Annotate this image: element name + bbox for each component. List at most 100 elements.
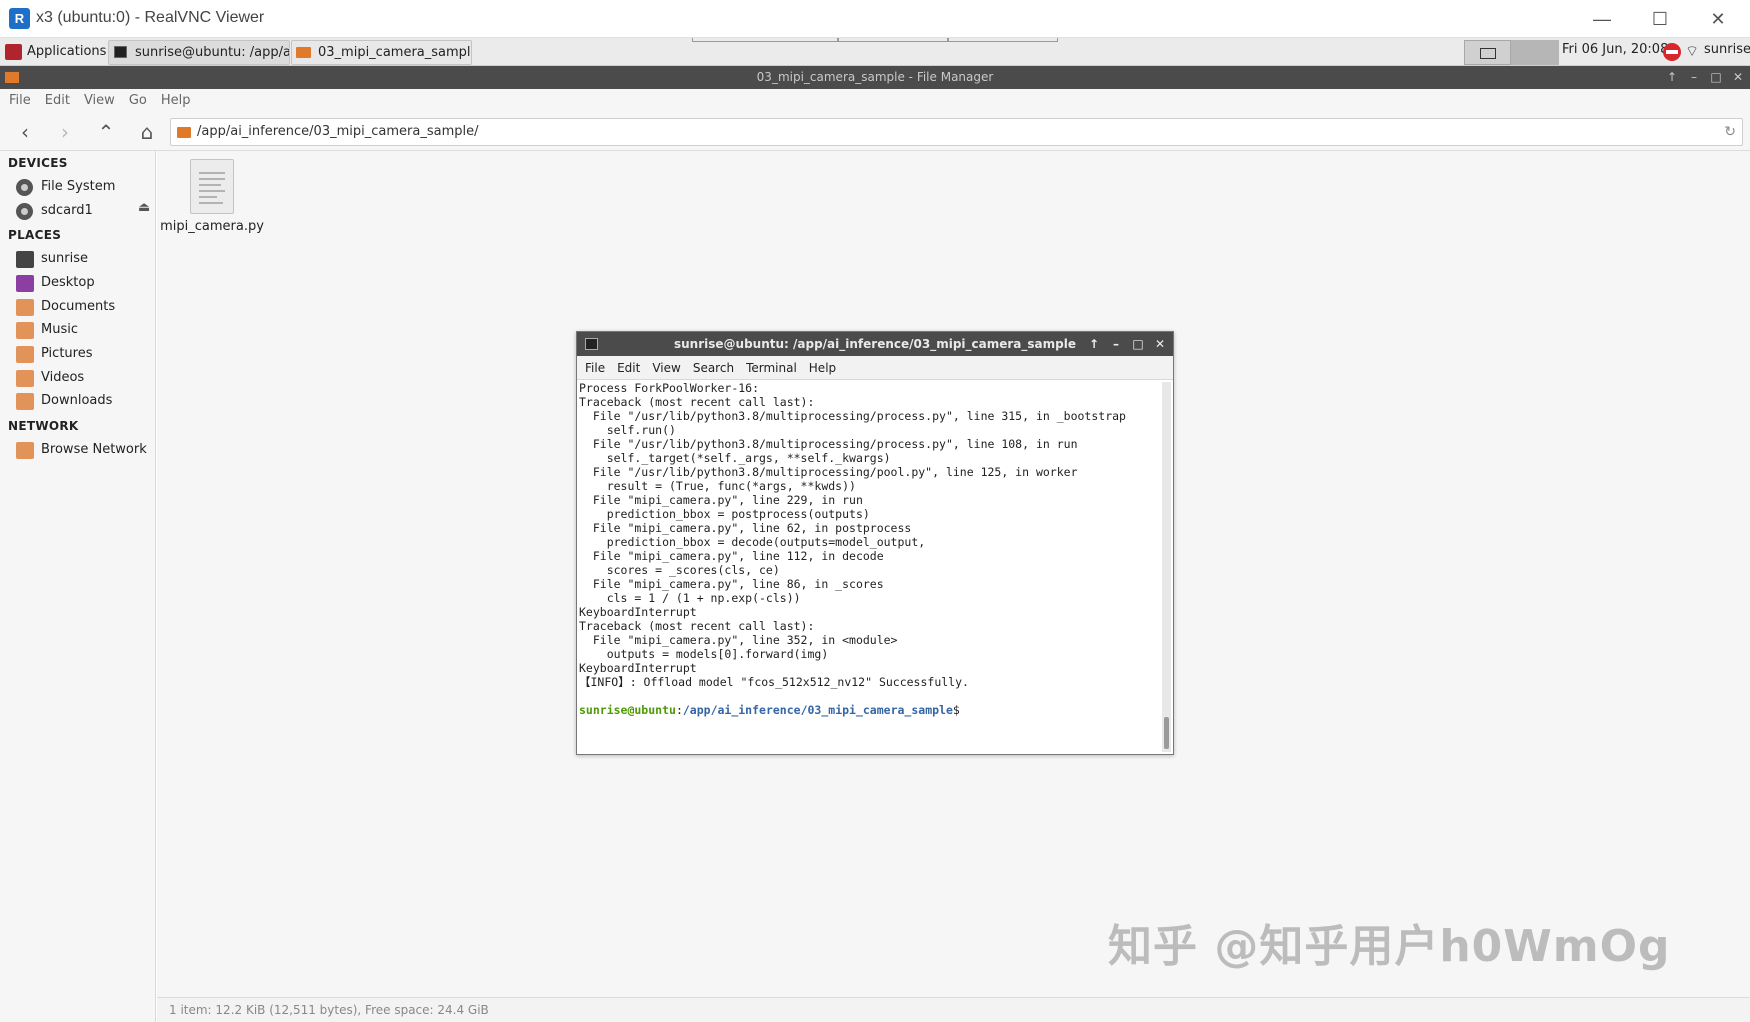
file-manager-title: 03_mipi_camera_sample - File Manager bbox=[756, 70, 994, 84]
workspace-2[interactable] bbox=[1511, 40, 1559, 65]
terminal-line: prediction_bbox = postprocess(outputs) bbox=[579, 507, 870, 521]
terminal-menu-help[interactable]: Help bbox=[803, 356, 842, 380]
file-item[interactable]: mipi_camera.py bbox=[157, 151, 267, 241]
terminal-menu-edit[interactable]: Edit bbox=[611, 356, 646, 380]
prompt-user: sunrise@ubuntu bbox=[579, 703, 676, 717]
terminal-line: 【INFO】: Offload model "fcos_512x512_nv12… bbox=[579, 675, 969, 689]
terminal-menubar: File Edit View Search Terminal Help bbox=[577, 356, 1173, 380]
panel-clock[interactable]: Fri 06 Jun, 20:08 bbox=[1562, 42, 1668, 57]
forward-button[interactable]: › bbox=[51, 119, 79, 145]
sidebar-header-places: PLACES bbox=[8, 228, 62, 242]
minimize-button[interactable]: — bbox=[1574, 4, 1630, 34]
menu-edit[interactable]: Edit bbox=[38, 89, 77, 113]
up-button[interactable]: ⌃ bbox=[92, 119, 120, 145]
maximize-icon[interactable]: □ bbox=[1705, 66, 1727, 89]
terminal-menu-file[interactable]: File bbox=[577, 356, 611, 380]
minimize-icon[interactable]: – bbox=[1105, 332, 1127, 356]
terminal-menu-search[interactable]: Search bbox=[687, 356, 740, 380]
terminal-line: KeyboardInterrupt bbox=[579, 661, 697, 675]
pictures-folder-icon bbox=[16, 346, 34, 363]
wifi-icon[interactable]: ⌔ bbox=[1685, 42, 1699, 61]
eject-icon[interactable]: ⏏ bbox=[138, 200, 150, 215]
watermark: 知乎 @知乎用户h0WmOg bbox=[1108, 921, 1671, 972]
terminal-line: scores = _scores(cls, ce) bbox=[579, 563, 780, 577]
sidebar-item-downloads[interactable]: Downloads bbox=[16, 390, 112, 412]
terminal-line: prediction_bbox = decode(outputs=model_o… bbox=[579, 535, 926, 549]
location-bar[interactable]: /app/ai_inference/03_mipi_camera_sample/… bbox=[170, 118, 1743, 146]
terminal-line: outputs = models[0].forward(img) bbox=[579, 647, 829, 661]
file-name: mipi_camera.py bbox=[160, 219, 264, 234]
sidebar-item-pictures[interactable]: Pictures bbox=[16, 343, 92, 365]
panel-user[interactable]: sunrise bbox=[1704, 42, 1750, 57]
minimize-icon[interactable]: – bbox=[1683, 66, 1705, 89]
sidebar-item-browse-network[interactable]: Browse Network bbox=[16, 439, 147, 461]
terminal-line: File "mipi_camera.py", line 229, in run bbox=[579, 493, 863, 507]
taskbar-item-terminal[interactable]: sunrise@ubuntu: /app/a... bbox=[108, 40, 290, 65]
close-button[interactable]: ✕ bbox=[1690, 4, 1746, 34]
sidebar-item-sdcard1[interactable]: sdcard1 bbox=[16, 200, 93, 222]
sidebar-item-music[interactable]: Music bbox=[16, 319, 78, 341]
drive-icon bbox=[16, 179, 33, 196]
terminal-line: KeyboardInterrupt bbox=[579, 605, 697, 619]
prompt-separator: : bbox=[675, 703, 683, 717]
sidebar-item-documents[interactable]: Documents bbox=[16, 296, 115, 318]
sidebar-item-label: File System bbox=[41, 179, 116, 194]
sidebar-item-sunrise[interactable]: sunrise bbox=[16, 248, 88, 270]
reload-icon[interactable]: ↻ bbox=[1724, 119, 1736, 145]
menu-file[interactable]: File bbox=[0, 89, 38, 113]
terminal-titlebar[interactable]: sunrise@ubuntu: /app/ai_inference/03_mip… bbox=[577, 332, 1173, 356]
home-button[interactable]: ⌂ bbox=[133, 119, 161, 145]
menu-view[interactable]: View bbox=[77, 89, 122, 113]
sidebar-item-file-system[interactable]: File System bbox=[16, 176, 115, 198]
sidebar-item-label: Desktop bbox=[41, 275, 95, 290]
workspace-1[interactable] bbox=[1464, 40, 1511, 65]
terminal-icon bbox=[585, 338, 598, 350]
stop-icon[interactable] bbox=[1663, 43, 1681, 61]
sidebar-item-videos[interactable]: Videos bbox=[16, 367, 84, 389]
maximize-icon[interactable]: □ bbox=[1127, 332, 1149, 356]
close-icon[interactable]: ✕ bbox=[1149, 332, 1171, 356]
terminal-line: File "mipi_camera.py", line 112, in deco… bbox=[579, 549, 884, 563]
terminal-output[interactable]: Process ForkPoolWorker-16: Traceback (mos… bbox=[579, 381, 1159, 754]
terminal-line: File "/usr/lib/python3.8/multiprocessing… bbox=[579, 465, 1078, 479]
vnc-titlebar: R x3 (ubuntu:0) - RealVNC Viewer — ☐ ✕ bbox=[0, 0, 1750, 38]
status-bar: 1 item: 12.2 KiB (12,511 bytes), Free sp… bbox=[157, 997, 1750, 1022]
menu-go[interactable]: Go bbox=[122, 89, 154, 113]
panel-tab bbox=[838, 38, 948, 42]
terminal-icon bbox=[114, 46, 127, 58]
taskbar-item-label: sunrise@ubuntu: /app/a... bbox=[135, 45, 290, 60]
top-panel: Applications ⁞ sunrise@ubuntu: /app/a...… bbox=[0, 38, 1750, 66]
prompt-path: /app/ai_inference/03_mipi_camera_sample bbox=[682, 703, 953, 717]
sidebar-item-label: Music bbox=[41, 322, 78, 337]
terminal-scrollbar[interactable] bbox=[1162, 382, 1171, 752]
terminal-line: File "mipi_camera.py", line 352, in <mod… bbox=[579, 633, 898, 647]
sidebar-item-label: sunrise bbox=[41, 251, 88, 266]
terminal-window[interactable]: sunrise@ubuntu: /app/ai_inference/03_mip… bbox=[576, 331, 1174, 755]
terminal-menu-view[interactable]: View bbox=[646, 356, 686, 380]
terminal-title: sunrise@ubuntu: /app/ai_inference/03_mip… bbox=[674, 337, 1076, 351]
applications-menu[interactable]: Applications ⁞ bbox=[3, 40, 125, 64]
scrollbar-thumb[interactable] bbox=[1164, 717, 1169, 749]
back-button[interactable]: ‹ bbox=[11, 119, 39, 145]
shade-up-icon[interactable]: ↑ bbox=[1083, 332, 1105, 356]
taskbar-item-file-manager[interactable]: 03_mipi_camera_sampl... bbox=[291, 40, 472, 65]
maximize-button[interactable]: ☐ bbox=[1632, 4, 1688, 34]
taskbar-item-label: 03_mipi_camera_sampl... bbox=[318, 45, 472, 60]
videos-folder-icon bbox=[16, 370, 34, 387]
shade-up-icon[interactable]: ↑ bbox=[1661, 66, 1683, 89]
folder-icon bbox=[5, 72, 19, 83]
text-file-icon bbox=[190, 159, 234, 214]
drive-icon bbox=[16, 203, 33, 220]
terminal-prompt: sunrise@ubuntu:/app/ai_inference/03_mipi… bbox=[579, 703, 1159, 719]
close-icon[interactable]: ✕ bbox=[1727, 66, 1749, 89]
file-manager-toolbar: ‹ › ⌃ ⌂ /app/ai_inference/03_mipi_camera… bbox=[0, 113, 1750, 151]
file-manager-menubar: File Edit View Go Help bbox=[0, 89, 1750, 113]
menu-help[interactable]: Help bbox=[154, 89, 198, 113]
sidebar-header-network: NETWORK bbox=[8, 419, 79, 433]
terminal-line: self.run() bbox=[579, 423, 676, 437]
sidebar-item-desktop[interactable]: Desktop bbox=[16, 272, 95, 294]
terminal-menu-terminal[interactable]: Terminal bbox=[740, 356, 803, 380]
terminal-line: File "mipi_camera.py", line 62, in postp… bbox=[579, 521, 912, 535]
terminal-line: self._target(*self._args, **self._kwargs… bbox=[579, 451, 891, 465]
